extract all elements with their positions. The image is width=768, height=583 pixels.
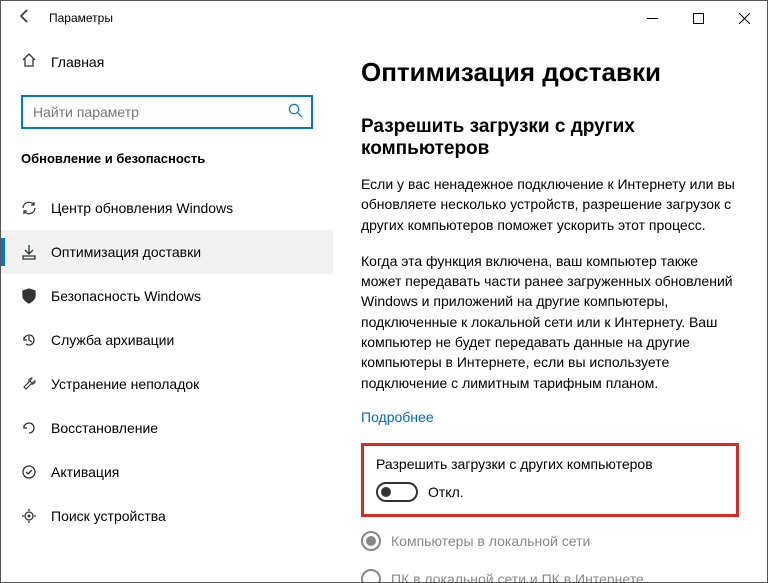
radio-icon	[361, 531, 381, 551]
description-1: Если у вас ненадежное подключение к Инте…	[361, 174, 739, 235]
close-button[interactable]	[721, 1, 767, 35]
restore-icon	[21, 420, 51, 436]
sidebar-item-restore[interactable]: Восстановление	[1, 406, 333, 450]
sidebar-item-label: Оптимизация доставки	[51, 244, 201, 260]
highlight-annotation: Разрешить загрузки с других компьютеров …	[361, 443, 739, 517]
check-icon	[21, 464, 51, 480]
sidebar: Главная Обновление и безопасность Центр …	[1, 35, 333, 582]
locate-icon	[21, 508, 51, 524]
section-heading: Обновление и безопасность	[1, 145, 333, 186]
shield-icon	[21, 288, 51, 304]
search-icon[interactable]	[288, 103, 303, 122]
sidebar-item-label: Устранение неполадок	[51, 376, 199, 392]
section-title: Разрешить загрузки с других компьютеров	[361, 116, 739, 160]
delivery-icon	[21, 244, 51, 260]
main-content: Оптимизация доставки Разрешить загрузки …	[333, 35, 767, 582]
radio-option-lan[interactable]: Компьютеры в локальной сети	[361, 531, 739, 551]
back-button[interactable]	[11, 8, 39, 29]
sidebar-item-label: Поиск устройства	[51, 508, 166, 524]
home-label: Главная	[51, 54, 104, 70]
learn-more-link[interactable]: Подробнее	[361, 409, 434, 425]
sidebar-item-finddevice[interactable]: Поиск устройства	[1, 494, 333, 538]
sync-icon	[21, 200, 51, 216]
home-icon	[21, 52, 51, 73]
radio-label: Компьютеры в локальной сети	[391, 533, 590, 549]
page-title: Оптимизация доставки	[361, 57, 739, 88]
sidebar-item-update[interactable]: Центр обновления Windows	[1, 186, 333, 230]
radio-icon	[361, 569, 381, 582]
sidebar-item-label: Восстановление	[51, 420, 158, 436]
sidebar-item-label: Активация	[51, 464, 119, 480]
description-2: Когда эта функция включена, ваш компьюте…	[361, 251, 739, 393]
sidebar-item-label: Центр обновления Windows	[51, 200, 233, 216]
toggle-label: Разрешить загрузки с других компьютеров	[376, 456, 724, 472]
sidebar-item-label: Служба архивации	[51, 332, 174, 348]
sidebar-item-delivery[interactable]: Оптимизация доставки	[1, 230, 333, 274]
toggle-state-text: Откл.	[428, 484, 464, 500]
radio-option-internet[interactable]: ПК в локальной сети и ПК в Интернете	[361, 569, 739, 582]
window-title: Параметры	[39, 11, 629, 25]
sidebar-item-activation[interactable]: Активация	[1, 450, 333, 494]
wrench-icon	[21, 376, 51, 392]
backup-icon	[21, 332, 51, 348]
radio-label: ПК в локальной сети и ПК в Интернете	[391, 571, 644, 582]
sidebar-item-troubleshoot[interactable]: Устранение неполадок	[1, 362, 333, 406]
sidebar-item-label: Безопасность Windows	[51, 288, 201, 304]
minimize-button[interactable]	[629, 1, 675, 35]
sidebar-item-security[interactable]: Безопасность Windows	[1, 274, 333, 318]
allow-downloads-toggle[interactable]	[376, 482, 418, 502]
home-link[interactable]: Главная	[1, 43, 333, 81]
search-input[interactable]	[21, 95, 313, 129]
sidebar-item-backup[interactable]: Служба архивации	[1, 318, 333, 362]
maximize-button[interactable]	[675, 1, 721, 35]
